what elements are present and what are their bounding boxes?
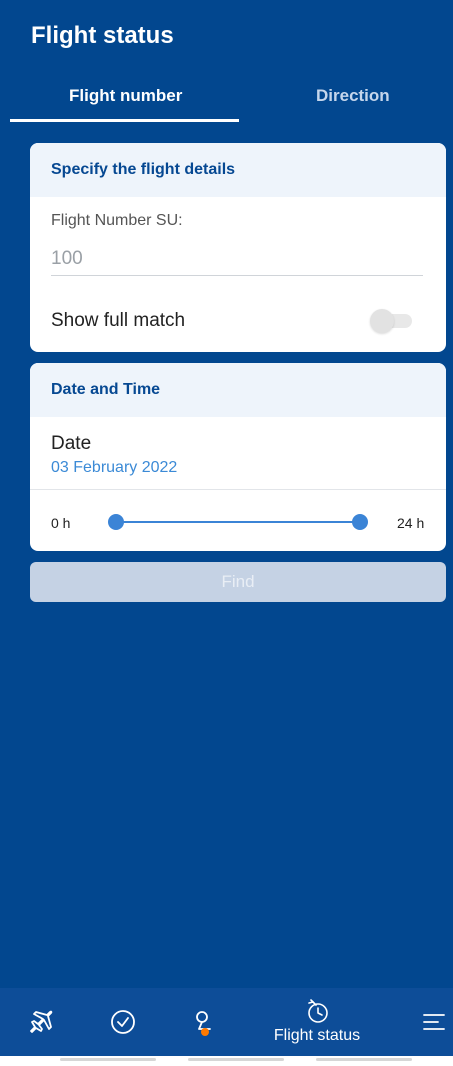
slider-track	[116, 521, 360, 523]
nav-item-profile[interactable]	[183, 988, 223, 1056]
slider-start-thumb[interactable]	[108, 514, 124, 530]
date-time-header: Date and Time	[30, 363, 446, 417]
nav-item-checkin[interactable]	[103, 988, 143, 1056]
time-range-slider[interactable]	[108, 514, 368, 530]
show-full-match-toggle[interactable]	[370, 309, 412, 333]
toggle-knob	[370, 309, 394, 333]
check-circle-icon	[111, 1010, 135, 1034]
time-range-max-label: 24 h	[397, 515, 425, 531]
nav-item-menu[interactable]	[414, 988, 453, 1056]
date-value[interactable]: 03 February 2022	[51, 459, 177, 477]
flight-status-icon	[308, 999, 328, 1023]
nav-label-flight-status: Flight status	[273, 1027, 361, 1044]
flight-details-header: Specify the flight details	[30, 143, 446, 197]
system-nav-back[interactable]	[60, 1058, 156, 1061]
plane-icon	[30, 1010, 53, 1033]
date-time-card: Date and Time Date 03 February 2022 0 h …	[30, 363, 446, 551]
flight-details-card: Specify the flight details Flight Number…	[30, 143, 446, 352]
nav-item-flights[interactable]	[20, 988, 60, 1056]
find-button[interactable]: Find	[30, 562, 446, 602]
page-title: Flight status	[31, 22, 174, 49]
bottom-nav: Flight status	[0, 988, 453, 1056]
divider	[30, 489, 446, 490]
system-nav-recents[interactable]	[316, 1058, 412, 1061]
system-nav-bar	[0, 1056, 453, 1066]
show-full-match-label: Show full match	[51, 310, 186, 331]
flight-number-input[interactable]	[51, 243, 423, 276]
app-screen: Flight status Flight number Direction Sp…	[0, 0, 453, 1056]
active-tab-indicator	[10, 119, 239, 122]
date-label: Date	[51, 433, 92, 454]
menu-icon	[423, 1014, 445, 1030]
flight-number-label: Flight Number SU:	[51, 212, 183, 229]
time-range-min-label: 0 h	[51, 515, 71, 531]
tab-direction[interactable]: Direction	[316, 86, 390, 106]
tab-flight-number[interactable]: Flight number	[69, 86, 182, 106]
notification-badge	[201, 1028, 209, 1036]
system-nav-home[interactable]	[188, 1058, 284, 1061]
slider-end-thumb[interactable]	[352, 514, 368, 530]
nav-item-flight-status[interactable]: Flight status	[262, 988, 372, 1056]
